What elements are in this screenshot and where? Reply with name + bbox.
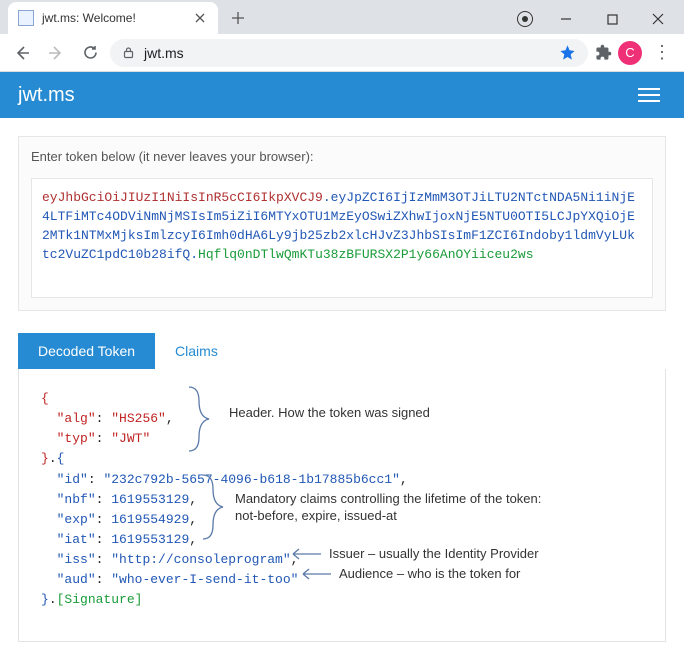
avatar-letter: C	[625, 45, 634, 60]
iss-key: "iss"	[57, 552, 96, 567]
annotation-lifetime: Mandatory claims controlling the lifetim…	[235, 491, 541, 525]
tab-strip: Decoded Token Claims	[18, 333, 666, 369]
forward-button[interactable]	[42, 39, 70, 67]
decoded-panel: { "alg": "HS256", "typ": "JWT" }.{ "id":…	[18, 369, 666, 642]
tab-decoded-token[interactable]: Decoded Token	[18, 333, 155, 369]
token-input-label: Enter token below (it never leaves your …	[31, 149, 653, 164]
arrow-icon	[297, 567, 331, 581]
annotation-header: Header. How the token was signed	[229, 405, 430, 422]
typ-key: "typ"	[57, 431, 96, 446]
alg-value: "HS256"	[111, 411, 166, 426]
minimize-button[interactable]	[544, 5, 588, 33]
hamburger-menu-icon[interactable]	[638, 81, 666, 109]
arrow-icon	[287, 547, 321, 561]
id-key: "id"	[57, 472, 88, 487]
tab-title: jwt.ms: Welcome!	[42, 11, 192, 25]
app-header: jwt.ms	[0, 72, 684, 118]
back-button[interactable]	[8, 39, 36, 67]
page-content: Enter token below (it never leaves your …	[0, 118, 684, 660]
brand-title: jwt.ms	[18, 84, 75, 107]
bookmark-star-icon[interactable]	[559, 44, 576, 61]
token-input-section: Enter token below (it never leaves your …	[18, 136, 666, 311]
browser-titlebar: jwt.ms: Welcome!	[0, 0, 684, 34]
signature-label: [Signature]	[57, 592, 143, 607]
token-input[interactable]: eyJhbGciOiJIUzI1NiIsInR5cCI6IkpXVCJ9.eyJ…	[31, 178, 653, 298]
incognito-icon[interactable]	[508, 5, 542, 33]
close-window-button[interactable]	[636, 5, 680, 33]
window-buttons	[508, 4, 684, 34]
close-tab-icon[interactable]	[192, 10, 208, 26]
iat-key: "iat"	[57, 532, 96, 547]
annotation-issuer: Issuer – usually the Identity Provider	[329, 546, 539, 563]
reload-button[interactable]	[76, 39, 104, 67]
browser-toolbar: jwt.ms C ⋮	[0, 34, 684, 72]
browser-menu-icon[interactable]: ⋮	[648, 39, 676, 67]
url-text: jwt.ms	[144, 45, 551, 61]
typ-value: "JWT"	[111, 431, 150, 446]
exp-key: "exp"	[57, 512, 96, 527]
new-tab-button[interactable]	[224, 4, 252, 32]
iss-value: "http://consoleprogram"	[111, 552, 290, 567]
address-bar[interactable]: jwt.ms	[110, 39, 588, 67]
extensions-icon[interactable]	[594, 44, 612, 61]
profile-avatar[interactable]: C	[618, 41, 642, 65]
token-signature-segment: Hqflq0nDTlwQmKTu38zBFURSX2P1y66AnOYiiceu…	[198, 247, 533, 262]
alg-key: "alg"	[57, 411, 96, 426]
favicon-icon	[18, 10, 34, 26]
aud-value: "who-ever-I-send-it-too"	[111, 572, 298, 587]
nbf-value: 1619553129	[111, 492, 189, 507]
exp-value: 1619554929	[111, 512, 189, 527]
id-value: "232c792b-5657-4096-b618-1b17885b6cc1"	[103, 472, 399, 487]
brace-icon	[197, 471, 225, 543]
nbf-key: "nbf"	[57, 492, 96, 507]
browser-tab[interactable]: jwt.ms: Welcome!	[8, 2, 218, 34]
token-header-segment: eyJhbGciOiJIUzI1NiIsInR5cCI6IkpXVCJ9	[42, 190, 323, 205]
iat-value: 1619553129	[111, 532, 189, 547]
tab-claims[interactable]: Claims	[155, 333, 238, 369]
lock-icon	[122, 46, 136, 60]
annotation-audience: Audience – who is the token for	[339, 566, 520, 583]
brace-icon	[183, 383, 211, 455]
aud-key: "aud"	[57, 572, 96, 587]
maximize-button[interactable]	[590, 5, 634, 33]
